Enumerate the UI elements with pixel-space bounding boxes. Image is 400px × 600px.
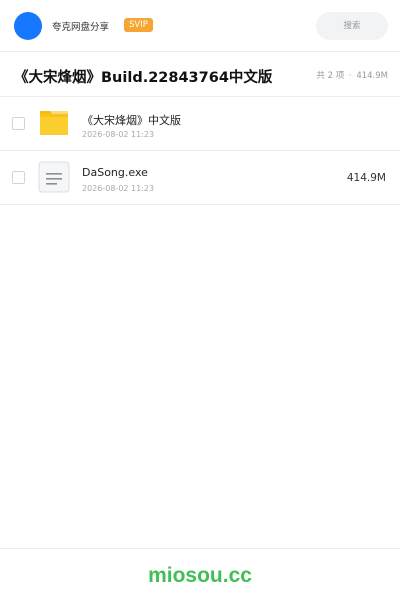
summary-separator: · <box>348 71 352 81</box>
search-button[interactable]: 搜索 <box>316 12 388 40</box>
folder-icon <box>40 111 68 135</box>
avatar[interactable] <box>14 12 42 40</box>
file-date: 2026-08-02 11:23 <box>82 130 155 139</box>
file-row[interactable]: 《大宋烽烟》中文版 2026-08-02 11:23 <box>0 97 400 151</box>
brand-watermark[interactable]: miosou.cc <box>0 564 400 588</box>
file-name[interactable]: 《大宋烽烟》中文版 <box>82 112 181 128</box>
item-count: 共 2 项 <box>316 71 345 81</box>
total-size: 414.9M <box>356 71 388 81</box>
sharer-name: 夸克网盘分享 <box>52 22 110 33</box>
select-checkbox[interactable] <box>12 171 25 184</box>
share-summary: 共 2 项 · 414.9M <box>316 69 388 81</box>
svip-badge: SVIP <box>124 18 153 32</box>
file-row[interactable]: DaSong.exe 2026-08-02 11:23 414.9M <box>0 151 400 205</box>
file-size: 414.9M <box>346 172 386 184</box>
top-bar: 夸克网盘分享 SVIP 搜索 <box>0 0 400 52</box>
file-date: 2026-08-02 11:23 <box>82 184 155 193</box>
page-title: 《大宋烽烟》Build.22843764中文版 <box>14 70 273 86</box>
file-name[interactable]: DaSong.exe <box>82 166 148 179</box>
file-icon <box>38 161 70 193</box>
select-checkbox[interactable] <box>12 117 25 130</box>
share-header: 《大宋烽烟》Build.22843764中文版 共 2 项 · 414.9M <box>0 52 400 97</box>
footer: miosou.cc <box>0 548 400 600</box>
